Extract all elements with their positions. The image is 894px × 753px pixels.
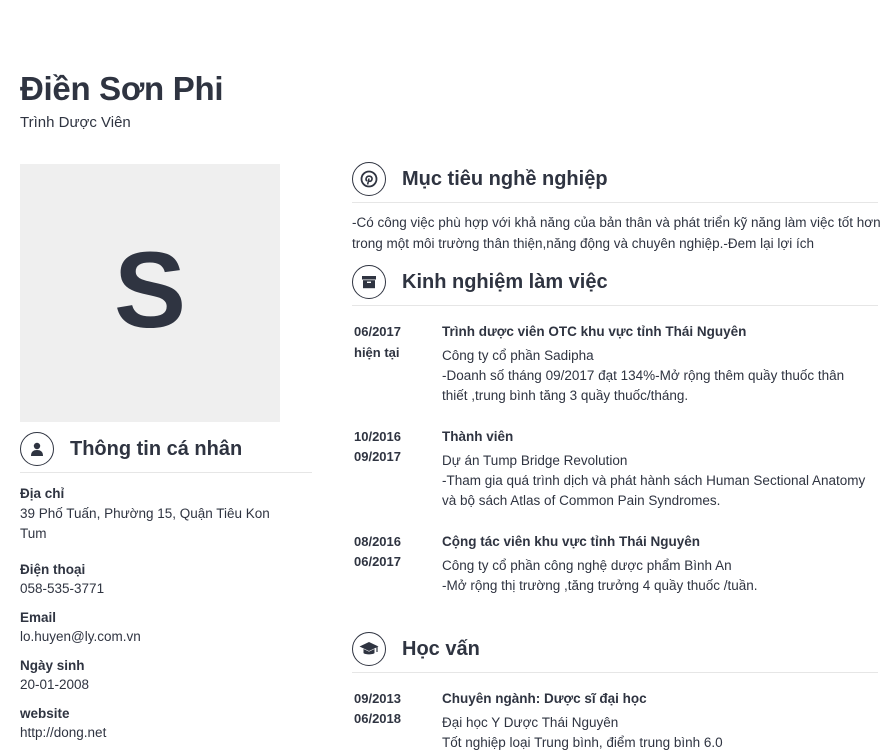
- experience-3-title: Cộng tác viên khu vực tỉnh Thái Nguyên: [442, 534, 701, 549]
- graduation-cap-icon: [352, 632, 386, 666]
- experience-3-org: Công ty cổ phần công nghệ dược phẩm Bình…: [442, 558, 732, 573]
- address-label: Địa chỉ: [20, 486, 65, 501]
- experience-header: Kinh nghiệm làm việc: [352, 265, 608, 299]
- divider: [352, 202, 878, 203]
- personal-info-header: Thông tin cá nhân: [20, 432, 242, 466]
- experience-1-org: Công ty cổ phần Sadipha: [442, 348, 594, 363]
- experience-2-title: Thành viên: [442, 429, 514, 444]
- website-value: http://dong.net: [20, 725, 107, 740]
- email-value: lo.huyen@ly.com.vn: [20, 629, 141, 644]
- avatar-initial: S: [113, 229, 187, 350]
- experience-3-end: 06/2017: [354, 554, 401, 569]
- email-label: Email: [20, 610, 57, 625]
- divider: [352, 672, 878, 673]
- candidate-name: Điền Sơn Phi: [20, 70, 224, 107]
- education-1-detail: Tốt nghiệp loại Trung bình, điểm trung b…: [442, 735, 723, 750]
- person-icon: [20, 432, 54, 466]
- experience-3-detail: -Mở rộng thị trường ,tăng trưởng 4 quầy …: [442, 578, 758, 593]
- experience-2-detail: -Tham gia quá trình dịch và phát hành sá…: [442, 473, 866, 508]
- address-value: 39 Phố Tuấn, Phường 15, Quận Tiêu Kon Tu…: [20, 506, 270, 541]
- birthdate-label: Ngày sinh: [20, 658, 85, 673]
- pinterest-icon: [352, 162, 386, 196]
- education-1-start: 09/2013: [354, 691, 401, 706]
- experience-1-start: 06/2017: [354, 324, 401, 339]
- website-label: website: [20, 706, 70, 721]
- experience-1-title: Trình dược viên OTC khu vực tỉnh Thái Ng…: [442, 324, 747, 339]
- archive-box-icon: [352, 265, 386, 299]
- personal-info-title: Thông tin cá nhân: [70, 437, 243, 460]
- birthdate-value: 20-01-2008: [20, 677, 90, 692]
- education-1-title: Chuyên ngành: Dược sĩ đại học: [442, 691, 647, 706]
- experience-2-end: 09/2017: [354, 449, 401, 464]
- phone-label: Điện thoại: [20, 562, 86, 577]
- job-title: Trình Dược Viên: [20, 114, 131, 131]
- divider: [20, 472, 312, 473]
- objective-text: -Có công việc phù hợp với khả năng của b…: [352, 215, 881, 251]
- avatar: S: [20, 164, 280, 422]
- education-1-org: Đại học Y Dược Thái Nguyên: [442, 715, 619, 730]
- experience-2-start: 10/2016: [354, 429, 401, 444]
- experience-1-end: hiện tại: [354, 345, 400, 360]
- experience-3-start: 08/2016: [354, 534, 401, 549]
- experience-2-org: Dự án Tump Bridge Revolution: [442, 453, 628, 468]
- experience-title: Kinh nghiệm làm việc: [402, 270, 608, 293]
- experience-1-detail: -Doanh số tháng 09/2017 đạt 134%-Mở rộng…: [442, 368, 845, 403]
- education-1-end: 06/2018: [354, 711, 401, 726]
- objective-title: Mục tiêu nghề nghiệp: [402, 167, 608, 190]
- education-header: Học vấn: [352, 632, 480, 666]
- phone-value: 058-535-3771: [20, 581, 105, 596]
- education-title: Học vấn: [402, 637, 480, 660]
- objective-header: Mục tiêu nghề nghiệp: [352, 162, 608, 196]
- divider: [352, 305, 878, 306]
